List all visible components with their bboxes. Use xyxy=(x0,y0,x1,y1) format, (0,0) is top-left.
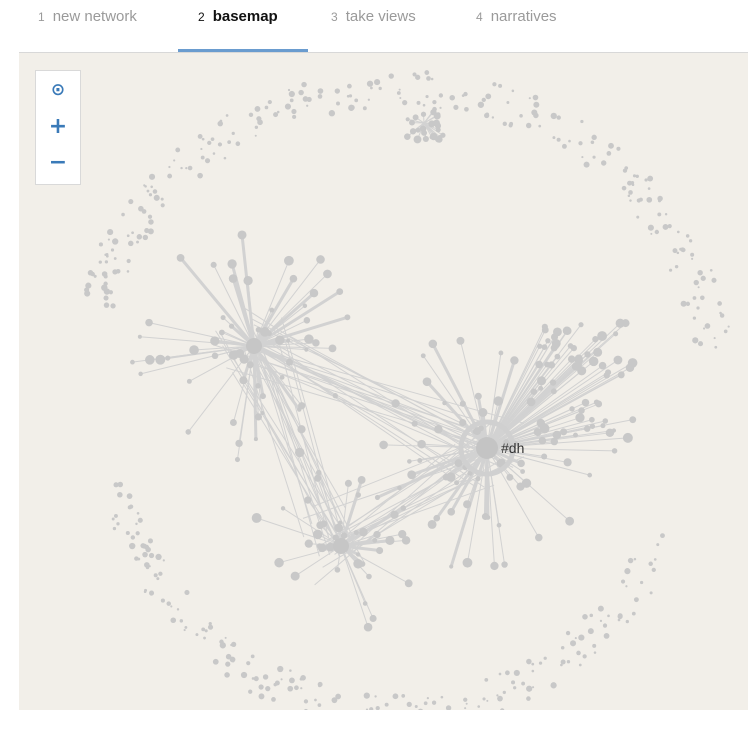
network-map[interactable]: #dh xyxy=(19,53,748,710)
network-nodes xyxy=(84,70,730,710)
hub-node-dh[interactable] xyxy=(476,437,498,459)
zoom-out-button[interactable]: − xyxy=(36,147,80,185)
zoom-controls: ⊙ + − xyxy=(35,70,81,185)
zoom-in-icon: + xyxy=(48,114,68,139)
locate-button[interactable]: ⊙ xyxy=(36,71,80,109)
tab-label: narratives xyxy=(490,8,557,25)
tab-number: 3 xyxy=(331,10,338,24)
bottom-strip xyxy=(0,710,748,739)
tab-basemap[interactable]: 2 basemap xyxy=(178,0,308,53)
zoom-in-button[interactable]: + xyxy=(36,109,80,147)
node-label-dh: #dh xyxy=(501,440,524,456)
network-graph[interactable]: #dh xyxy=(19,53,748,710)
tab-narratives[interactable]: 4 narratives xyxy=(476,0,586,52)
tab-new-network[interactable]: 1 new network xyxy=(38,0,162,52)
tab-label: new network xyxy=(52,8,137,25)
step-tabs: 1 new network 2 basemap 3 take views 4 narra… xyxy=(0,0,748,53)
tab-number: 1 xyxy=(38,10,45,24)
tab-number: 2 xyxy=(198,10,205,24)
tab-label: basemap xyxy=(212,8,278,25)
zoom-out-icon: − xyxy=(48,150,68,175)
tab-take-views[interactable]: 3 take views xyxy=(331,0,453,52)
tab-label: take views xyxy=(345,8,416,25)
tab-number: 4 xyxy=(476,10,483,24)
locate-icon: ⊙ xyxy=(50,80,66,100)
